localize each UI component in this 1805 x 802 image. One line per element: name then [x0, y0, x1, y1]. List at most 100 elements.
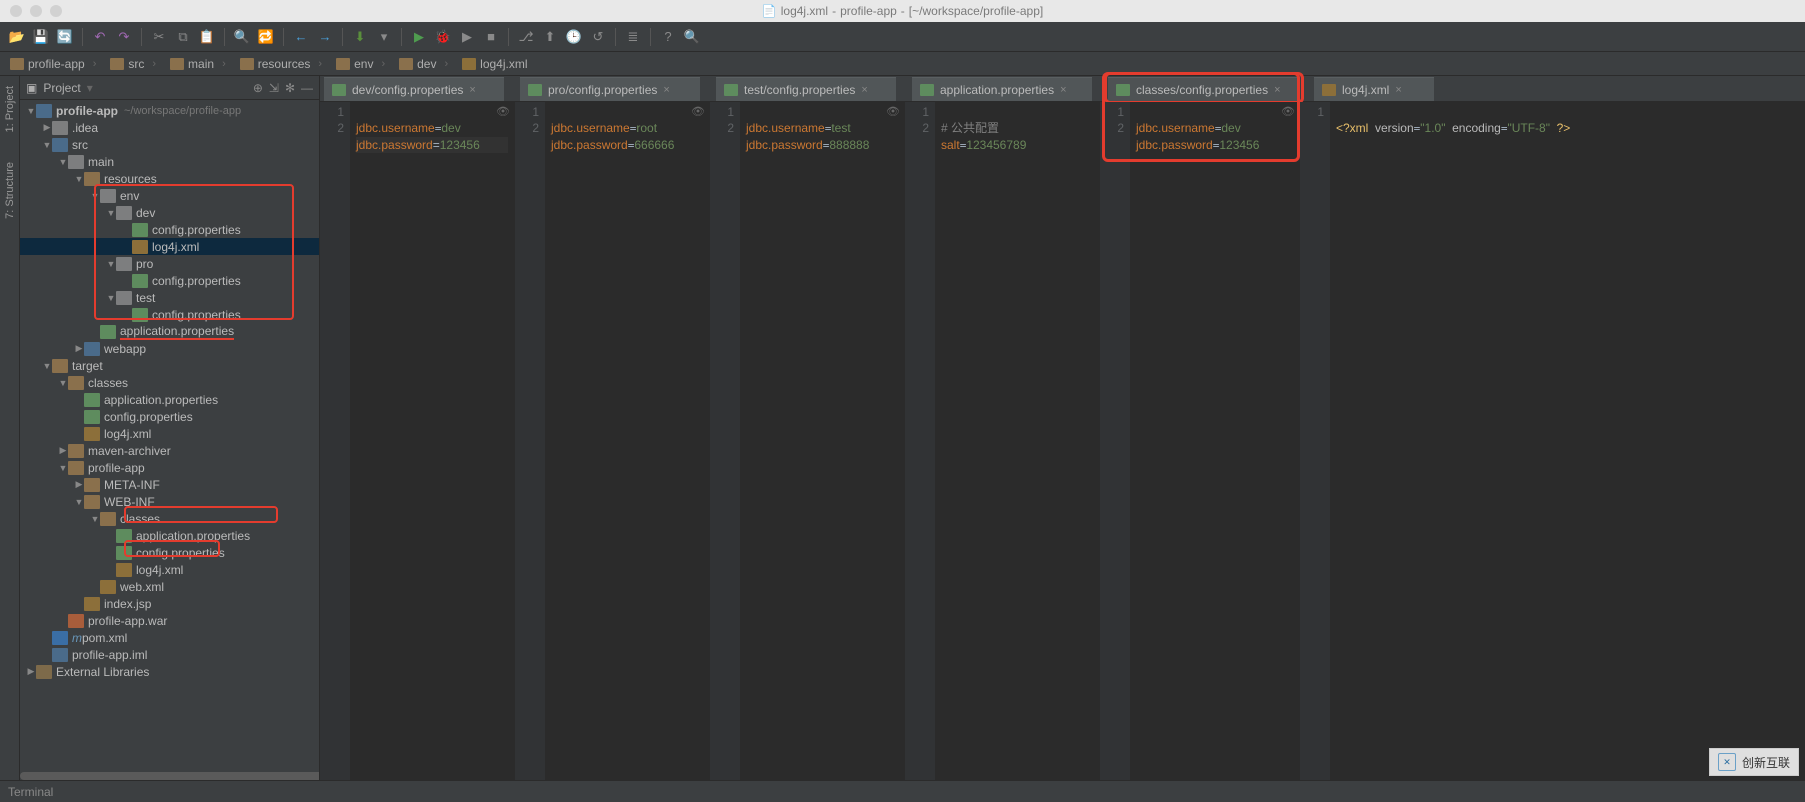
tree-webinf-classes[interactable]: ▼classes — [20, 510, 319, 527]
tree-profile-app[interactable]: ▼profile-app — [20, 459, 319, 476]
close-icon[interactable]: × — [469, 84, 475, 96]
tree-cls-log4j[interactable]: ▶log4j.xml — [20, 425, 319, 442]
forward-icon[interactable]: → — [314, 26, 336, 48]
tree-test[interactable]: ▼test — [20, 289, 319, 306]
tree-test-config[interactable]: ▶config.properties — [20, 306, 319, 323]
window-controls[interactable] — [0, 5, 62, 17]
minimize-window-icon[interactable] — [30, 5, 42, 17]
search-everywhere-icon[interactable]: 🔍 — [681, 26, 703, 48]
tree-main[interactable]: ▼main — [20, 153, 319, 170]
hide-icon[interactable]: — — [301, 81, 313, 95]
find-icon[interactable]: 🔍 — [231, 26, 253, 48]
structure-popup-icon[interactable]: ≣ — [622, 26, 644, 48]
paste-icon[interactable]: 📋 — [196, 26, 218, 48]
editor-pane-app[interactable]: 12 # 公共配置 salt=123456789 — [905, 102, 1100, 780]
open-icon[interactable]: 📂 — [6, 26, 28, 48]
tree-resources[interactable]: ▼resources — [20, 170, 319, 187]
autoscroll-icon[interactable]: ⇲ — [269, 81, 279, 95]
tab-pro-config[interactable]: pro/config.properties× — [520, 77, 700, 101]
tab-app-props[interactable]: application.properties× — [912, 77, 1092, 101]
tree-app-props[interactable]: ▶application.properties — [20, 323, 319, 340]
replace-icon[interactable]: 🔁 — [255, 26, 277, 48]
tree-dev-log4j[interactable]: ▶log4j.xml — [20, 238, 319, 255]
editor-pane-pro[interactable]: 12 jdbc.username=root jdbc.password=6666… — [515, 102, 710, 780]
tree-web-inf[interactable]: ▼WEB-INF — [20, 493, 319, 510]
cut-icon[interactable]: ✂ — [148, 26, 170, 48]
build-icon[interactable]: ⬇ — [349, 26, 371, 48]
copy-icon[interactable]: ⧉ — [172, 26, 194, 48]
close-icon[interactable]: × — [1060, 84, 1066, 96]
crumb-main[interactable]: main — [166, 55, 234, 73]
eye-icon[interactable]: 👁 — [496, 104, 510, 120]
tree-cls-config[interactable]: ▶config.properties — [20, 408, 319, 425]
save-icon[interactable]: 💾 — [30, 26, 52, 48]
close-icon[interactable]: × — [663, 84, 669, 96]
crumb-dev[interactable]: dev — [395, 55, 456, 73]
stop-icon[interactable]: ■ — [480, 26, 502, 48]
crumb-resources[interactable]: resources — [236, 55, 330, 73]
tab-test-config[interactable]: test/config.properties× — [716, 77, 896, 101]
run-config-icon[interactable]: ▾ — [373, 26, 395, 48]
tab-log4j[interactable]: log4j.xml× — [1314, 77, 1434, 101]
close-window-icon[interactable] — [10, 5, 22, 17]
tree-pro-config[interactable]: ▶config.properties — [20, 272, 319, 289]
tree-iml[interactable]: ▶profile-app.iml — [20, 646, 319, 663]
code-area[interactable]: jdbc.username=dev jdbc.password=123456 👁 — [350, 102, 514, 780]
undo-icon[interactable]: ↶ — [89, 26, 111, 48]
tree-maven-archiver[interactable]: ▶maven-archiver — [20, 442, 319, 459]
tree-wcls-app-props[interactable]: ▶application.properties — [20, 527, 319, 544]
tree-war[interactable]: ▶profile-app.war — [20, 612, 319, 629]
tree-web-xml[interactable]: ▶web.xml — [20, 578, 319, 595]
redo-icon[interactable]: ↷ — [113, 26, 135, 48]
crumb-src[interactable]: src — [106, 55, 164, 73]
close-icon[interactable]: × — [861, 84, 867, 96]
editor-pane-log4j[interactable]: 1 <?xml version="1.0" encoding="UTF-8" ?… — [1300, 102, 1805, 780]
tree-wcls-config[interactable]: ▶config.properties — [20, 544, 319, 561]
code-area[interactable]: jdbc.username=root jdbc.password=666666 … — [545, 102, 709, 780]
tree-external-libraries[interactable]: ▶External Libraries — [20, 663, 319, 680]
tree-dev-config[interactable]: ▶config.properties — [20, 221, 319, 238]
editor-pane-classes-config[interactable]: 12 jdbc.username=dev jdbc.password=12345… — [1100, 102, 1300, 780]
tree-webapp[interactable]: ▶webapp — [20, 340, 319, 357]
tree-cls-app-props[interactable]: ▶application.properties — [20, 391, 319, 408]
vcs-update-icon[interactable]: ⬆ — [539, 26, 561, 48]
tree-pom[interactable]: ▶m pom.xml — [20, 629, 319, 646]
tree-src[interactable]: ▼src — [20, 136, 319, 153]
editor-pane-dev[interactable]: 12 jdbc.username=dev jdbc.password=12345… — [320, 102, 515, 780]
back-icon[interactable]: ← — [290, 26, 312, 48]
tool-structure-tab[interactable]: 7: Structure — [4, 162, 16, 219]
close-icon[interactable]: × — [1395, 84, 1401, 96]
eye-icon[interactable]: 👁 — [886, 104, 900, 120]
vcs-revert-icon[interactable]: ↺ — [587, 26, 609, 48]
run-icon[interactable]: ▶ — [408, 26, 430, 48]
tree-idea[interactable]: ▶.idea — [20, 119, 319, 136]
tree-root[interactable]: ▼profile-app~/workspace/profile-app — [20, 102, 319, 119]
tab-classes-config[interactable]: classes/config.properties× — [1108, 77, 1298, 101]
tree-pro[interactable]: ▼pro — [20, 255, 319, 272]
settings-icon[interactable]: ✻ — [285, 81, 295, 95]
vcs-history-icon[interactable]: 🕒 — [563, 26, 585, 48]
crumb-env[interactable]: env — [332, 55, 393, 73]
code-area[interactable]: jdbc.username=dev jdbc.password=123456 👁 — [1130, 102, 1299, 780]
coverage-icon[interactable]: ▶ — [456, 26, 478, 48]
help-icon[interactable]: ? — [657, 26, 679, 48]
collapse-icon[interactable]: ⊕ — [253, 81, 263, 95]
tree-meta-inf[interactable]: ▶META-INF — [20, 476, 319, 493]
tree-target[interactable]: ▼target — [20, 357, 319, 374]
vcs-icon[interactable]: ⎇ — [515, 26, 537, 48]
tool-project-tab[interactable]: 1: Project — [4, 86, 16, 132]
code-area[interactable]: <?xml version="1.0" encoding="UTF-8" ?> — [1330, 102, 1804, 780]
close-icon[interactable]: × — [1274, 84, 1280, 96]
tree-env[interactable]: ▼env — [20, 187, 319, 204]
tree-index-jsp[interactable]: ▶index.jsp — [20, 595, 319, 612]
crumb-file[interactable]: log4j.xml — [458, 55, 543, 73]
tree-classes[interactable]: ▼classes — [20, 374, 319, 391]
terminal-button[interactable]: Terminal — [8, 785, 53, 799]
eye-icon[interactable]: 👁 — [1281, 104, 1295, 120]
tree-dev[interactable]: ▼dev — [20, 204, 319, 221]
editor-pane-test[interactable]: 12 jdbc.username=test jdbc.password=8888… — [710, 102, 905, 780]
tree-scrollbar-thumb[interactable] — [20, 772, 319, 780]
tree-wcls-log4j[interactable]: ▶log4j.xml — [20, 561, 319, 578]
debug-icon[interactable]: 🐞 — [432, 26, 454, 48]
zoom-window-icon[interactable] — [50, 5, 62, 17]
